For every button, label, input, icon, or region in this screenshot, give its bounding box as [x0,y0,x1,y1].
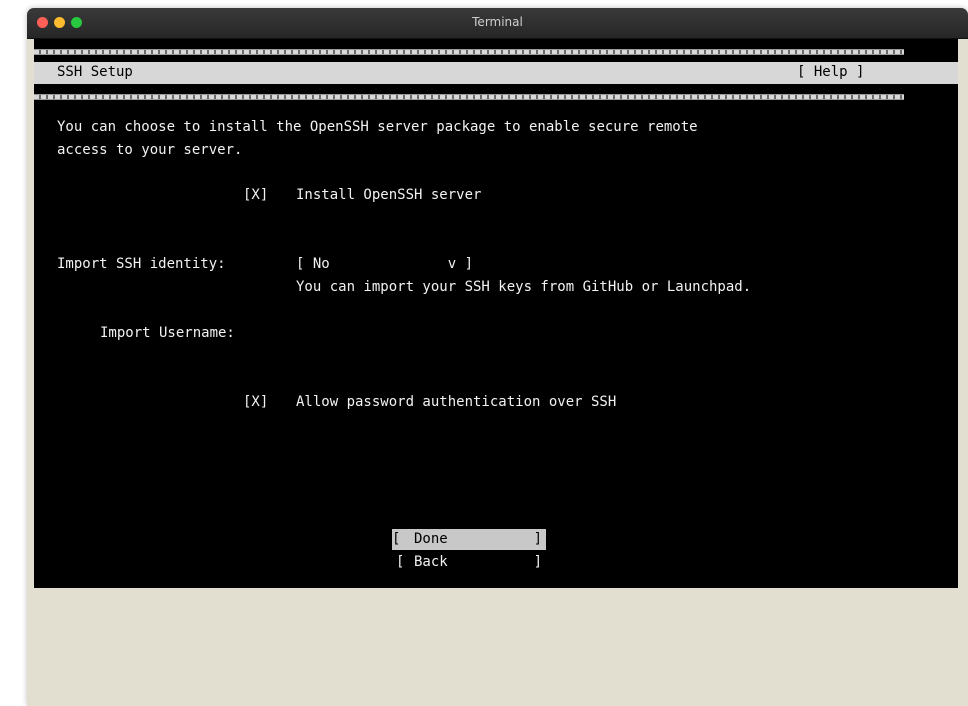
terminal-window: Terminal SSH Setup [ Help ] You can choo… [27,8,968,706]
done-button-bracket-right: ] [533,531,542,547]
header-bar: SSH Setup [ Help ] [34,62,958,84]
install-openssh-label: Install OpenSSH server [296,187,482,203]
page-title: SSH Setup [57,64,133,80]
done-button-label: Done [414,531,448,547]
intro-text-line-1: You can choose to install the OpenSSH se… [57,119,698,135]
password-auth-label: Allow password authentication over SSH [296,394,617,410]
intro-text-line-2: access to your server. [57,142,243,158]
done-button-bracket-left: [ [392,531,401,547]
back-button[interactable]: [ Back ] [392,552,546,573]
install-openssh-checkbox[interactable]: [X] [243,184,268,207]
terminal-screen[interactable]: SSH Setup [ Help ] You can choose to ins… [34,39,958,588]
import-identity-select[interactable]: [ No v ] [296,253,473,276]
header-divider-top [34,49,904,55]
back-button-bracket-right: ] [533,554,542,570]
import-identity-help: You can import your SSH keys from GitHub… [296,279,752,295]
back-button-label: Back [414,554,448,570]
import-username-label: Import Username: [100,325,235,341]
window-title: Terminal [472,15,523,29]
header-divider-bottom [34,94,904,100]
password-auth-checkbox[interactable]: [X] [243,391,268,414]
help-button[interactable]: [ Help ] [797,64,864,80]
import-identity-label: Import SSH identity: [57,256,226,272]
import-username-field[interactable] [296,322,676,345]
title-bar[interactable]: Terminal [27,8,968,39]
done-button[interactable]: [ Done ] [392,529,546,550]
back-button-bracket-left: [ [396,554,405,570]
